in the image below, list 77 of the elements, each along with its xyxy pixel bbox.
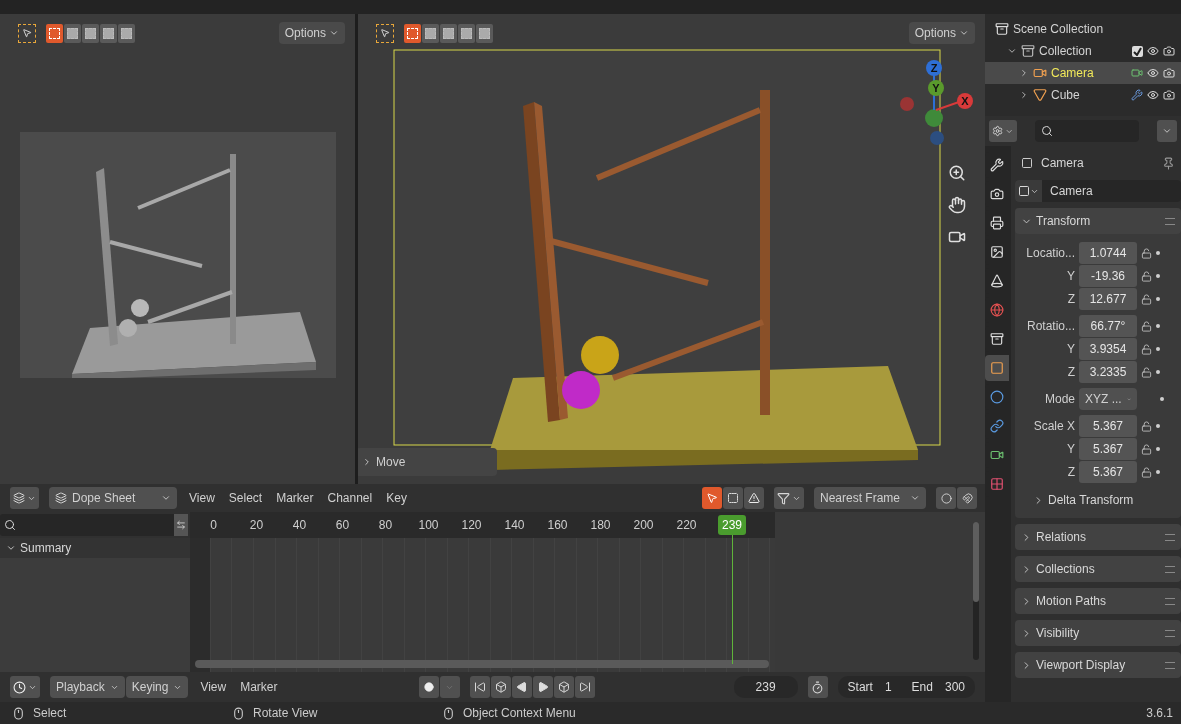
menu-item[interactable]: View bbox=[187, 491, 217, 505]
menu-item[interactable]: Marker bbox=[274, 491, 316, 505]
frame-number: 100 bbox=[417, 518, 440, 532]
status-hint: Object Context Menu bbox=[463, 706, 576, 720]
field-label: Scale X bbox=[1032, 419, 1075, 433]
mode-dropdown[interactable]: XYZ ... bbox=[1079, 388, 1137, 410]
frame-number: 140 bbox=[503, 518, 526, 532]
start-label: Start bbox=[846, 680, 874, 694]
end-field[interactable]: 300 bbox=[938, 680, 975, 694]
number-field[interactable]: 5.367 bbox=[1079, 415, 1137, 437]
outliner-row[interactable]: Scene Collection bbox=[985, 18, 1181, 40]
field-label: Z bbox=[1066, 465, 1075, 479]
panel-header[interactable]: Viewport Display bbox=[1015, 652, 1181, 678]
menu-dropdown[interactable]: Playback bbox=[50, 676, 125, 698]
frame-number: 200 bbox=[632, 518, 655, 532]
subpanel-header[interactable]: Delta Transform bbox=[1015, 488, 1181, 512]
frame-number: 80 bbox=[377, 518, 394, 532]
status-hint: Rotate View bbox=[253, 706, 318, 720]
number-field[interactable]: 5.367 bbox=[1079, 461, 1137, 483]
outliner-row[interactable]: Camera bbox=[985, 62, 1181, 84]
number-field[interactable]: -19.36 bbox=[1079, 265, 1137, 287]
panel-header[interactable]: Motion Paths bbox=[1015, 588, 1181, 614]
menu-item[interactable]: Select bbox=[226, 491, 265, 505]
outliner-row[interactable]: Cube bbox=[985, 84, 1181, 106]
panel-header[interactable]: Relations bbox=[1015, 524, 1181, 550]
frame-number: 180 bbox=[589, 518, 612, 532]
mode-dropdown[interactable]: Dope Sheet bbox=[49, 487, 177, 509]
number-field[interactable]: 66.77° bbox=[1079, 315, 1137, 337]
current-frame-field[interactable]: 239 bbox=[733, 676, 798, 698]
operator-panel[interactable]: Move bbox=[358, 448, 497, 476]
navigation-gizmo[interactable]: Z Y X bbox=[900, 60, 973, 145]
field-label: Y bbox=[1066, 342, 1075, 356]
panel-header[interactable]: Visibility bbox=[1015, 620, 1181, 646]
outliner-row[interactable]: Collection bbox=[985, 40, 1181, 62]
frame-number: 120 bbox=[460, 518, 483, 532]
menu-item[interactable]: Channel bbox=[325, 491, 375, 505]
channel-row[interactable]: Summary bbox=[0, 538, 190, 558]
field-label: Locatio... bbox=[1025, 246, 1075, 260]
outliner-label: Scene Collection bbox=[1013, 22, 1104, 36]
snapping-dropdown[interactable]: Nearest Frame bbox=[814, 487, 926, 509]
frame-number: 60 bbox=[334, 518, 351, 532]
menu-item[interactable]: Key bbox=[384, 491, 409, 505]
field-label: Y bbox=[1066, 269, 1075, 283]
field-label: Z bbox=[1066, 292, 1075, 306]
menu-dropdown[interactable]: Keying bbox=[125, 676, 189, 698]
frame-number: 220 bbox=[675, 518, 698, 532]
panel-header[interactable]: Collections bbox=[1015, 556, 1181, 582]
object-name-field[interactable]: Camera bbox=[1015, 180, 1181, 202]
field-label: Z bbox=[1066, 365, 1075, 379]
options-dropdown[interactable]: Options bbox=[278, 22, 345, 44]
number-field[interactable]: 3.9354 bbox=[1079, 338, 1137, 360]
menu-item[interactable]: View bbox=[198, 680, 229, 694]
number-field[interactable]: 5.367 bbox=[1079, 438, 1137, 460]
field-label: Mode bbox=[1043, 392, 1075, 406]
frame-number: 160 bbox=[546, 518, 569, 532]
number-field[interactable]: 3.2335 bbox=[1079, 361, 1137, 383]
menu-item[interactable]: Marker bbox=[238, 680, 280, 694]
dope-sheet-grid[interactable]: 0 20 40 60 80 100 120 140 160 180 200 220 239 bbox=[190, 512, 775, 672]
number-field[interactable]: 12.677 bbox=[1079, 288, 1137, 310]
start-field[interactable]: 1 bbox=[878, 680, 902, 694]
number-field[interactable]: 1.0744 bbox=[1079, 242, 1137, 264]
panel-header[interactable]: Transform bbox=[1015, 208, 1181, 234]
field-label: Y bbox=[1066, 442, 1075, 456]
viewport[interactable]: Options bbox=[0, 14, 355, 484]
viewport[interactable]: Z Y X Options Move bbox=[358, 14, 985, 484]
outliner-label: Camera bbox=[1051, 66, 1094, 80]
outliner-label: Collection bbox=[1039, 44, 1092, 58]
status-hint: Select bbox=[33, 706, 67, 720]
object-name: Camera bbox=[1041, 156, 1084, 170]
version-label: 3.6.1 bbox=[1146, 706, 1173, 720]
end-label: End bbox=[910, 680, 934, 694]
options-dropdown[interactable]: Options bbox=[908, 22, 975, 44]
field-label: Rotatio... bbox=[1025, 319, 1075, 333]
frame-number: 20 bbox=[248, 518, 265, 532]
outliner-label: Cube bbox=[1051, 88, 1080, 102]
frame-number: 40 bbox=[291, 518, 308, 532]
frame-number: 0 bbox=[209, 518, 218, 532]
